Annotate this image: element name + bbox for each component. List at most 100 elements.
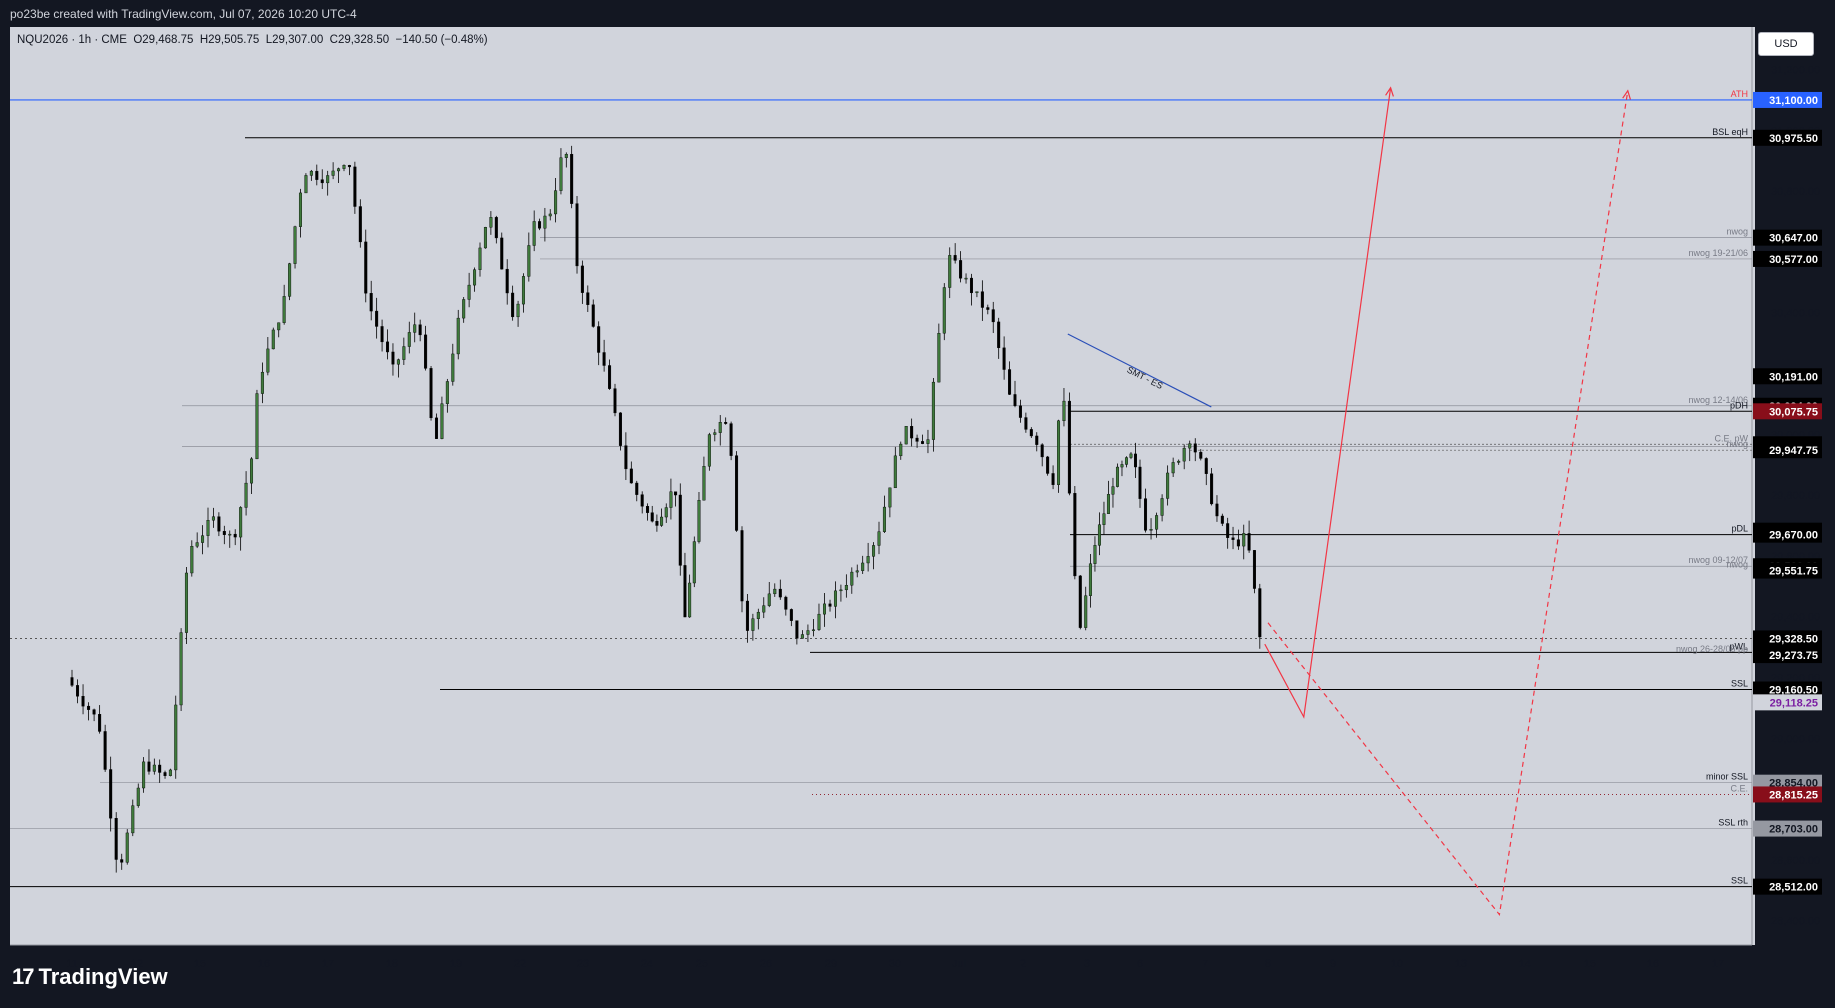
candle-down: [683, 565, 687, 618]
candle-down: [1029, 429, 1033, 437]
candle-down: [980, 291, 984, 308]
level-label: nwog: [1726, 227, 1748, 237]
candle-up: [548, 213, 552, 217]
chart-caption: po23be created with TradingView.com, Jul…: [10, 7, 357, 21]
candle-up: [702, 466, 706, 501]
candle-down: [729, 423, 733, 456]
candle-up: [195, 542, 199, 547]
x-tick-label: 19: [450, 958, 462, 970]
x-tick-label: 18: [386, 958, 398, 970]
level-label: SSL rth: [1718, 818, 1748, 828]
legend-open: O29,468.75: [133, 34, 194, 46]
candle-down: [910, 426, 914, 439]
candle-up: [1171, 462, 1175, 474]
candle-down: [1252, 550, 1256, 589]
x-tick-label: 15: [1584, 958, 1596, 970]
candle-down: [586, 292, 590, 305]
candle-up: [937, 333, 941, 383]
candle-down: [500, 237, 504, 270]
candle-up: [697, 499, 701, 542]
candle-up: [1182, 447, 1186, 462]
candle-down: [1133, 453, 1137, 468]
candle-down: [1220, 515, 1224, 524]
candle-up: [473, 269, 477, 286]
candle-down: [986, 307, 990, 310]
candle-down: [369, 293, 373, 312]
candle-up: [445, 381, 449, 404]
candle-down: [1040, 444, 1044, 458]
candle-down: [959, 260, 963, 279]
ohlc-legend: NQU2026 · 1h · CME O29,468.75 H29,505.75…: [17, 34, 488, 46]
chart-canvas[interactable]: 28,400.0028,600.0028,800.0029,000.0029,2…: [0, 0, 1835, 1008]
candle-up: [707, 434, 711, 467]
candle-down: [1258, 588, 1262, 638]
candle-up: [184, 572, 188, 633]
candle-up: [211, 516, 215, 521]
candle-up: [850, 571, 854, 586]
x-tick-label: 16: [258, 958, 270, 970]
candle-down: [347, 165, 351, 168]
candle-up: [762, 605, 766, 613]
candle-up: [861, 562, 865, 571]
candle-down: [1215, 503, 1219, 517]
candle-up: [516, 303, 520, 318]
x-tick-label: 2: [1020, 958, 1026, 970]
legend-low: L29,307.00: [265, 34, 324, 46]
candle-down: [575, 203, 579, 267]
candle-down: [740, 530, 744, 602]
level-label: minor SSL: [1706, 772, 1748, 782]
candle-up: [462, 299, 466, 319]
candle-up: [882, 506, 886, 532]
tradingview-logo[interactable]: 17 TradingView: [12, 964, 168, 990]
price-tag-label: 28,703.00: [1769, 824, 1818, 836]
candle-up: [1093, 545, 1097, 564]
y-tick-label: 31,200.00: [1771, 65, 1820, 77]
currency-button[interactable]: USD: [1758, 32, 1814, 56]
candle-down: [1008, 369, 1012, 395]
candle-down: [429, 368, 433, 419]
candle-down: [828, 603, 832, 607]
x-tick-label: 7: [1202, 958, 1208, 970]
candle-up: [413, 324, 417, 333]
candle-up: [718, 422, 722, 433]
candle-up: [942, 287, 946, 334]
candle-up: [1155, 515, 1159, 530]
price-tag-label: 31,100.00: [1769, 95, 1818, 107]
candle-up: [554, 190, 558, 215]
candle-up: [1084, 595, 1088, 628]
candle-down: [921, 441, 925, 444]
candle-down: [795, 620, 799, 639]
candle-up: [521, 276, 525, 305]
level-label: nwog 19-21/06: [1688, 248, 1748, 258]
candle-up: [228, 533, 232, 536]
candle-up: [168, 769, 172, 776]
candle-up: [239, 507, 243, 538]
candle-up: [872, 545, 876, 557]
x-tick-label: 30: [889, 958, 901, 970]
x-tick-label: 8: [1265, 958, 1271, 970]
x-tick-label: Jul: [952, 958, 966, 970]
candle-down: [217, 516, 221, 532]
candle-down: [624, 445, 628, 470]
candle-up: [1057, 420, 1061, 485]
y-tick-label: 29,800.00: [1771, 490, 1820, 502]
candle-up: [309, 170, 313, 176]
candle-up: [1177, 460, 1181, 463]
candle-up: [527, 245, 531, 277]
candle-down: [629, 468, 633, 484]
candle-up: [342, 165, 346, 169]
y-tick-label: 29,400.00: [1771, 612, 1820, 624]
candle-up: [288, 263, 292, 297]
price-tag-label: 29,551.75: [1769, 566, 1818, 578]
x-tick-label: 14: [1519, 958, 1531, 970]
candle-up: [926, 439, 930, 444]
candle-up: [271, 329, 275, 350]
candle-down: [597, 326, 601, 353]
candle-down: [511, 292, 515, 318]
candle-up: [1166, 472, 1170, 499]
candle-down: [591, 304, 595, 327]
candle-up: [282, 296, 286, 323]
candle-down: [76, 685, 80, 697]
price-tag-label: 29,273.75: [1769, 650, 1818, 662]
candle-down: [114, 818, 118, 860]
